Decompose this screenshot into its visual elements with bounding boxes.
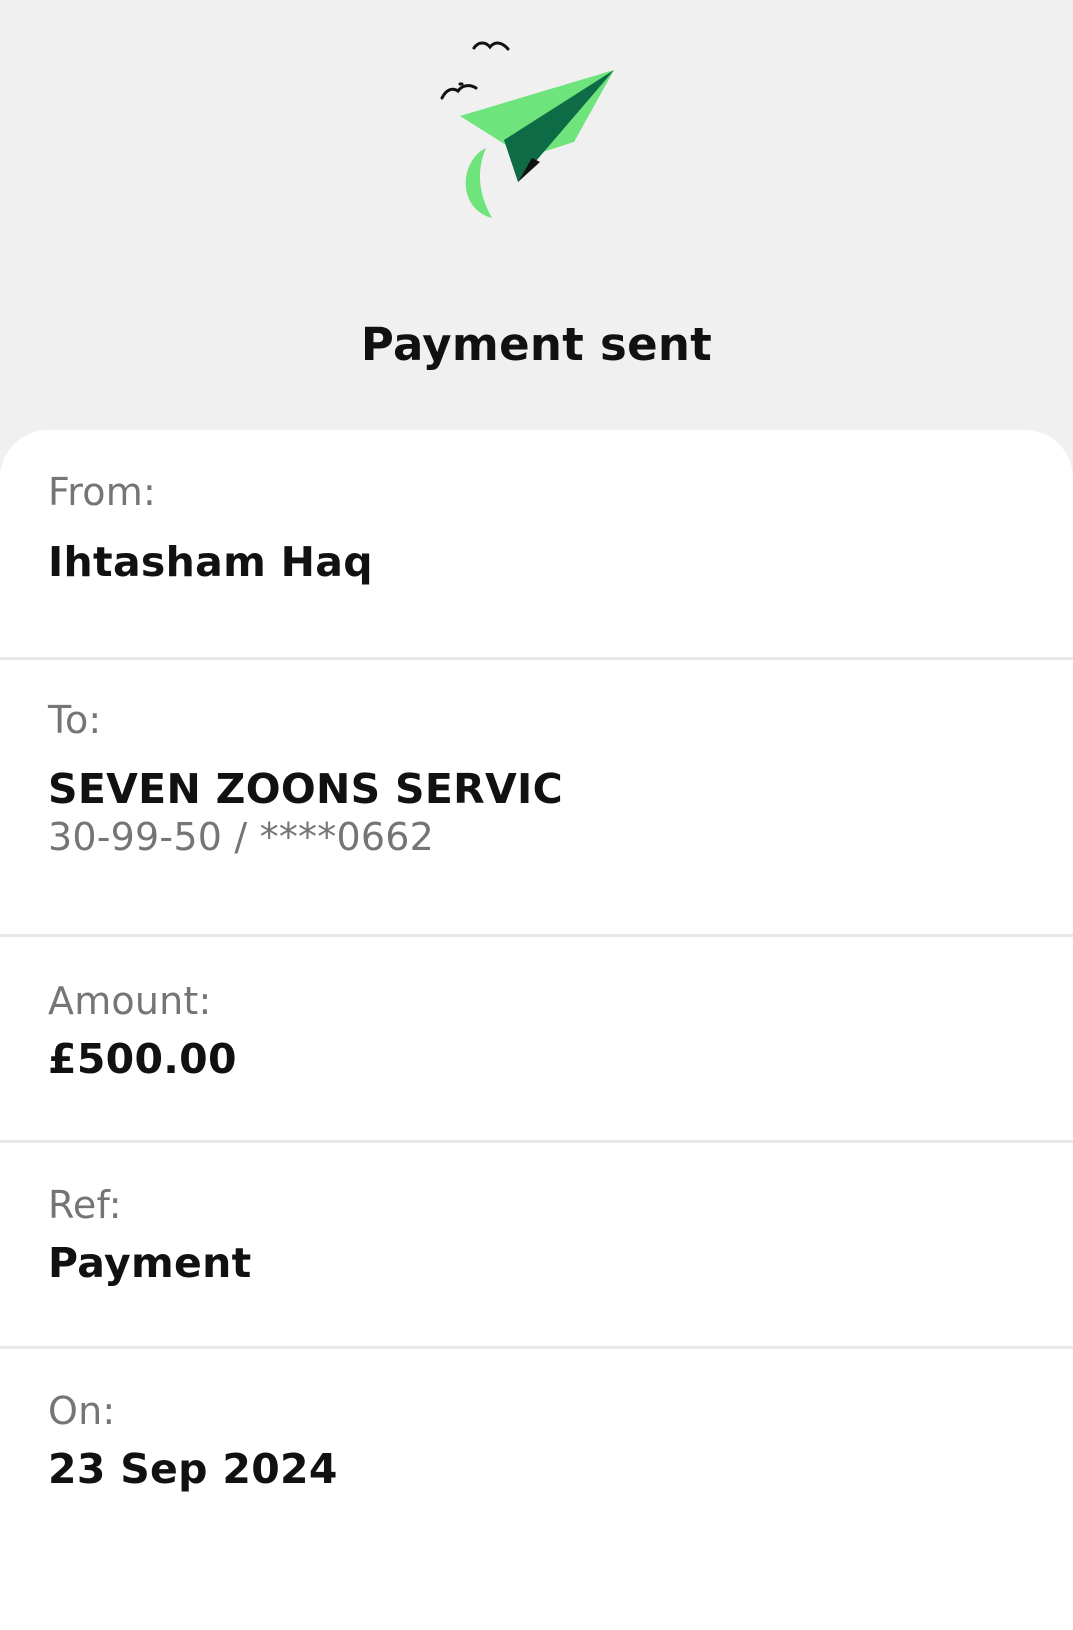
date-label: On: bbox=[48, 1389, 116, 1433]
page-title: Payment sent bbox=[360, 318, 713, 371]
from-value: Ihtasham Haq bbox=[48, 538, 373, 586]
reference-value: Payment bbox=[48, 1239, 252, 1287]
header: Payment sent bbox=[0, 0, 1073, 430]
amount-row: Amount: £500.00 bbox=[0, 937, 1073, 1143]
date-value: 23 Sep 2024 bbox=[48, 1445, 338, 1493]
to-value: SEVEN ZOONS SERVIC bbox=[48, 765, 563, 813]
payment-details-card: From: Ihtasham Haq To: SEVEN ZOONS SERVI… bbox=[0, 430, 1073, 1630]
paper-plane-birds-icon bbox=[440, 41, 614, 218]
to-row: To: SEVEN ZOONS SERVIC 30-99-50 / ****06… bbox=[0, 660, 1073, 937]
reference-label: Ref: bbox=[48, 1183, 122, 1227]
from-row: From: Ihtasham Haq bbox=[0, 430, 1073, 660]
to-account: 30-99-50 / ****0662 bbox=[48, 815, 434, 859]
from-label: From: bbox=[48, 470, 156, 514]
amount-value: £500.00 bbox=[48, 1035, 237, 1083]
to-label: To: bbox=[48, 698, 102, 742]
amount-label: Amount: bbox=[48, 979, 212, 1023]
reference-row: Ref: Payment bbox=[0, 1143, 1073, 1349]
date-row: On: 23 Sep 2024 bbox=[0, 1349, 1073, 1600]
